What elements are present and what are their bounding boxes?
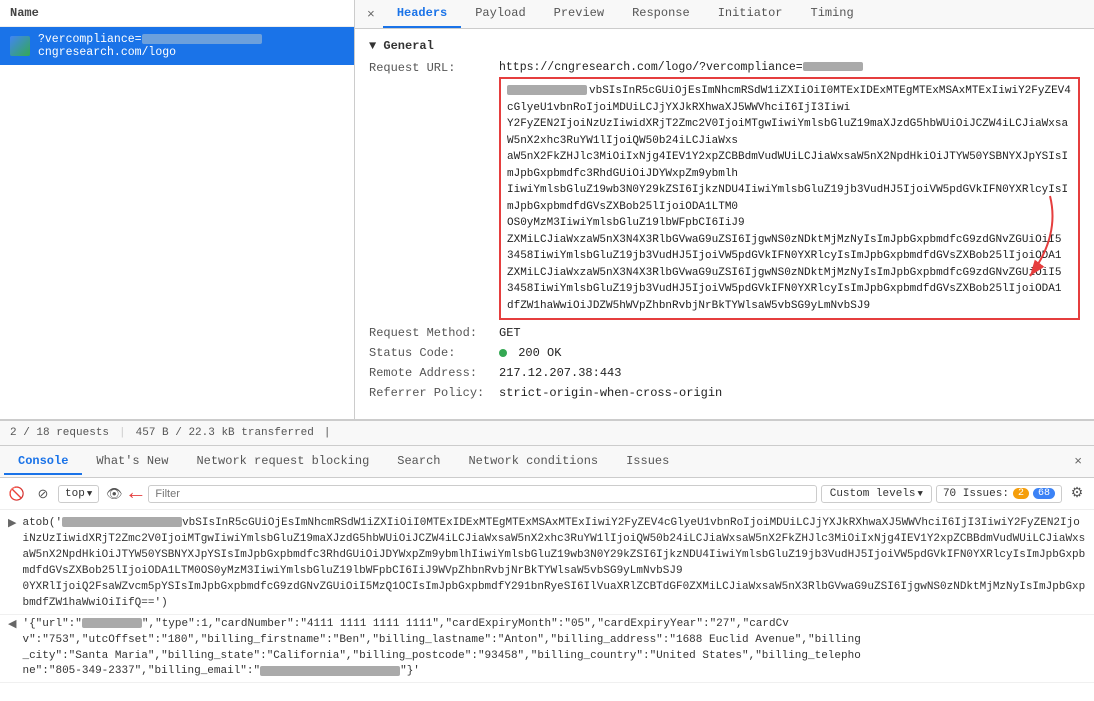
issues-label: 70 Issues: — [943, 488, 1009, 500]
remote-address-value: 217.12.207.38:443 — [499, 366, 1080, 380]
sidebar-header: Name — [0, 0, 354, 27]
tab-network-blocking[interactable]: Network request blocking — [182, 449, 383, 475]
close-tab-button[interactable]: × — [359, 1, 383, 28]
console-line-1[interactable]: ▶ atob('vbSIsInR5cGUiOjEsImNhcmRSdW1iZXI… — [0, 514, 1094, 615]
status-bar: 2 / 18 requests | 457 B / 22.3 kB transf… — [0, 420, 1094, 446]
left-sidebar: Name ?vercompliance= cngresearch.com/log… — [0, 0, 355, 419]
bottom-tabs-bar: Console What's New Network request block… — [0, 446, 1094, 478]
redacted-value-2 — [82, 618, 142, 628]
tab-timing[interactable]: Timing — [797, 0, 868, 28]
top-label: top — [65, 488, 85, 500]
status-code-label: Status Code: — [369, 346, 499, 360]
warning-badge: 2 — [1013, 488, 1029, 499]
separator-2: | — [324, 427, 331, 439]
console-output: ▶ atob('vbSIsInR5cGUiOjEsImNhcmRSdW1iZXI… — [0, 510, 1094, 701]
tab-initiator[interactable]: Initiator — [704, 0, 797, 28]
tab-preview[interactable]: Preview — [540, 0, 618, 28]
referrer-policy-label: Referrer Policy: — [369, 386, 499, 400]
request-method-value: GET — [499, 326, 1080, 340]
separator-1: | — [119, 427, 126, 439]
redacted-email-value — [260, 666, 400, 676]
tab-console[interactable]: Console — [4, 449, 82, 475]
red-arrow-icon: ← — [129, 481, 142, 506]
transfer-size: 457 B / 22.3 kB transferred — [136, 427, 314, 439]
custom-levels-button[interactable]: Custom levels ▼ — [821, 485, 932, 503]
sidebar-item-request[interactable]: ?vercompliance= cngresearch.com/logo — [0, 27, 354, 65]
console-line-2-text: '{"url":"","type":1,"cardNumber":"4111 1… — [22, 617, 860, 681]
filter-input[interactable] — [148, 485, 816, 503]
tab-whats-new[interactable]: What's New — [82, 449, 182, 475]
info-badge: 68 — [1033, 488, 1055, 499]
status-dot-icon — [499, 349, 507, 357]
general-section-title: ▼ General — [369, 39, 1080, 53]
remote-address-label: Remote Address: — [369, 366, 499, 380]
referrer-policy-value: strict-origin-when-cross-origin — [499, 386, 1080, 400]
status-code-row: Status Code: 200 OK — [369, 346, 1080, 360]
tabs-bar: × Headers Payload Preview Response Initi… — [355, 0, 1094, 29]
tab-issues[interactable]: Issues — [612, 449, 683, 475]
tab-network-conditions[interactable]: Network conditions — [454, 449, 612, 475]
filter-toggle-button[interactable]: ⊘ — [32, 483, 54, 505]
referrer-policy-row: Referrer Policy: strict-origin-when-cros… — [369, 386, 1080, 400]
console-toolbar: 🚫 ⊘ top ▼ 👁 ← Custom levels ▼ 70 Issues:… — [0, 478, 1094, 510]
request-count: 2 / 18 requests — [10, 427, 109, 439]
expand-arrow-icon: ▶ — [8, 516, 16, 530]
settings-icon[interactable]: ⚙ — [1066, 483, 1088, 505]
redacted-value-1 — [62, 517, 182, 527]
tab-search[interactable]: Search — [383, 449, 454, 475]
console-line-1-text: atob('vbSIsInR5cGUiOjEsImNhcmRSdW1iZXIiO… — [22, 516, 1086, 612]
custom-levels-arrow-icon: ▼ — [918, 489, 923, 499]
bottom-panel: Console What's New Network request block… — [0, 446, 1094, 701]
sidebar-item-label: ?vercompliance= cngresearch.com/logo — [38, 33, 262, 59]
close-bottom-panel-button[interactable]: × — [1066, 449, 1090, 474]
request-method-row: Request Method: GET — [369, 326, 1080, 340]
favicon-icon — [10, 36, 30, 56]
remote-address-row: Remote Address: 217.12.207.38:443 — [369, 366, 1080, 380]
status-code-value: 200 OK — [499, 346, 1080, 360]
dropdown-arrow-icon: ▼ — [87, 489, 92, 499]
tab-payload[interactable]: Payload — [461, 0, 539, 28]
top-selector[interactable]: top ▼ — [58, 485, 99, 503]
custom-levels-label: Custom levels — [830, 488, 916, 500]
request-url-row: Request URL: https://cngresearch.com/log… — [369, 61, 1080, 320]
issues-button[interactable]: 70 Issues: 2 68 — [936, 485, 1062, 503]
content-area: ▼ General Request URL: https://cngresear… — [355, 29, 1094, 419]
right-panel: × Headers Payload Preview Response Initi… — [355, 0, 1094, 419]
tab-headers[interactable]: Headers — [383, 0, 461, 28]
tab-response[interactable]: Response — [618, 0, 704, 28]
request-url-label: Request URL: — [369, 61, 499, 320]
request-method-label: Request Method: — [369, 326, 499, 340]
expand-arrow-2-icon: ◀ — [8, 617, 16, 631]
console-line-2[interactable]: ◀ '{"url":"","type":1,"cardNumber":"4111… — [0, 615, 1094, 684]
clear-console-button[interactable]: 🚫 — [6, 483, 28, 505]
eye-button[interactable]: 👁 — [103, 483, 125, 505]
